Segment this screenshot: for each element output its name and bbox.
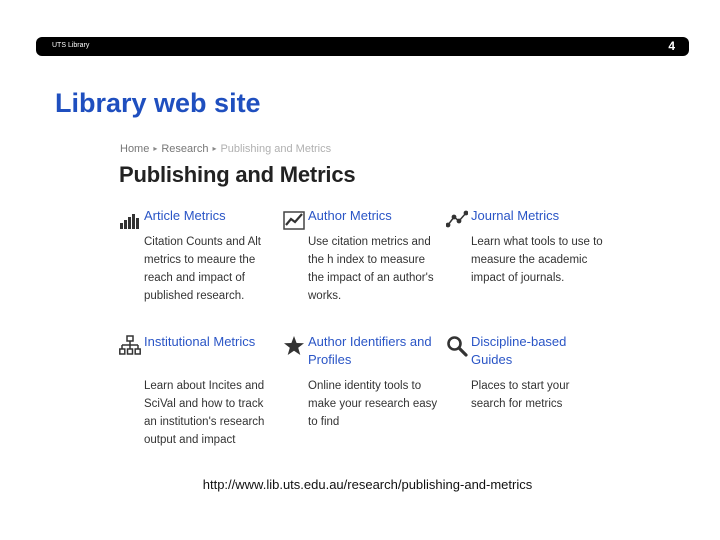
bar-chart-icon (120, 214, 139, 229)
card-journal-metrics[interactable]: Journal Metrics Learn what tools to use … (446, 207, 606, 307)
card-author-metrics[interactable]: Author Metrics Use citation metrics and … (283, 207, 443, 307)
card-description: Use citation metrics and the h index to … (308, 236, 434, 302)
header-bar: UTS Library 4 (36, 37, 689, 56)
website-screenshot: Home ▸ Research ▸ Publishing and Metrics Pub… (112, 138, 603, 450)
header-label: UTS Library (52, 42, 90, 49)
card-article-metrics[interactable]: Article Metrics Citation Counts and Alt … (119, 207, 279, 307)
breadcrumb-current: Publishing and Metrics (220, 143, 332, 155)
card-title[interactable]: Author Metrics (308, 207, 448, 225)
line-chart-icon (283, 211, 305, 230)
slide-number: 4 (668, 39, 675, 53)
breadcrumb-research[interactable]: Research (161, 143, 208, 155)
card-description: Learn what tools to use to measure the a… (471, 236, 603, 284)
card-institutional-metrics[interactable]: Institutional Metrics Learn about Incite… (119, 333, 279, 448)
card-title[interactable]: Journal Metrics (471, 207, 611, 225)
hierarchy-icon (119, 335, 141, 355)
card-title[interactable]: Author Identifiers and Profiles (308, 333, 448, 369)
card-title[interactable]: Institutional Metrics (144, 333, 284, 351)
breadcrumb-separator-icon: ▸ (153, 144, 158, 153)
card-description: Online identity tools to make your resea… (308, 380, 438, 428)
card-title[interactable]: Article Metrics (144, 207, 284, 225)
page-url[interactable]: http://www.lib.uts.edu.au/research/publi… (0, 477, 720, 492)
card-description: Places to start your search for metrics (471, 380, 570, 410)
breadcrumb: Home ▸ Research ▸ Publishing and Metrics (120, 143, 331, 155)
card-author-identifiers[interactable]: Author Identifiers and Profiles Online i… (283, 333, 443, 433)
magnifier-icon (447, 336, 468, 357)
scatter-line-icon (446, 210, 468, 228)
breadcrumb-home[interactable]: Home (120, 143, 149, 155)
star-icon (284, 336, 304, 355)
card-description: Learn about Incites and SciVal and how t… (144, 380, 265, 446)
breadcrumb-separator-icon: ▸ (212, 144, 217, 153)
page-heading: Publishing and Metrics (119, 162, 356, 187)
card-description: Citation Counts and Alt metrics to meaur… (144, 236, 261, 302)
slide-title: Library web site (55, 88, 261, 118)
card-title[interactable]: Discipline-based Guides (471, 333, 611, 369)
card-discipline-guides[interactable]: Discipline-based Guides Places to start … (446, 333, 606, 433)
